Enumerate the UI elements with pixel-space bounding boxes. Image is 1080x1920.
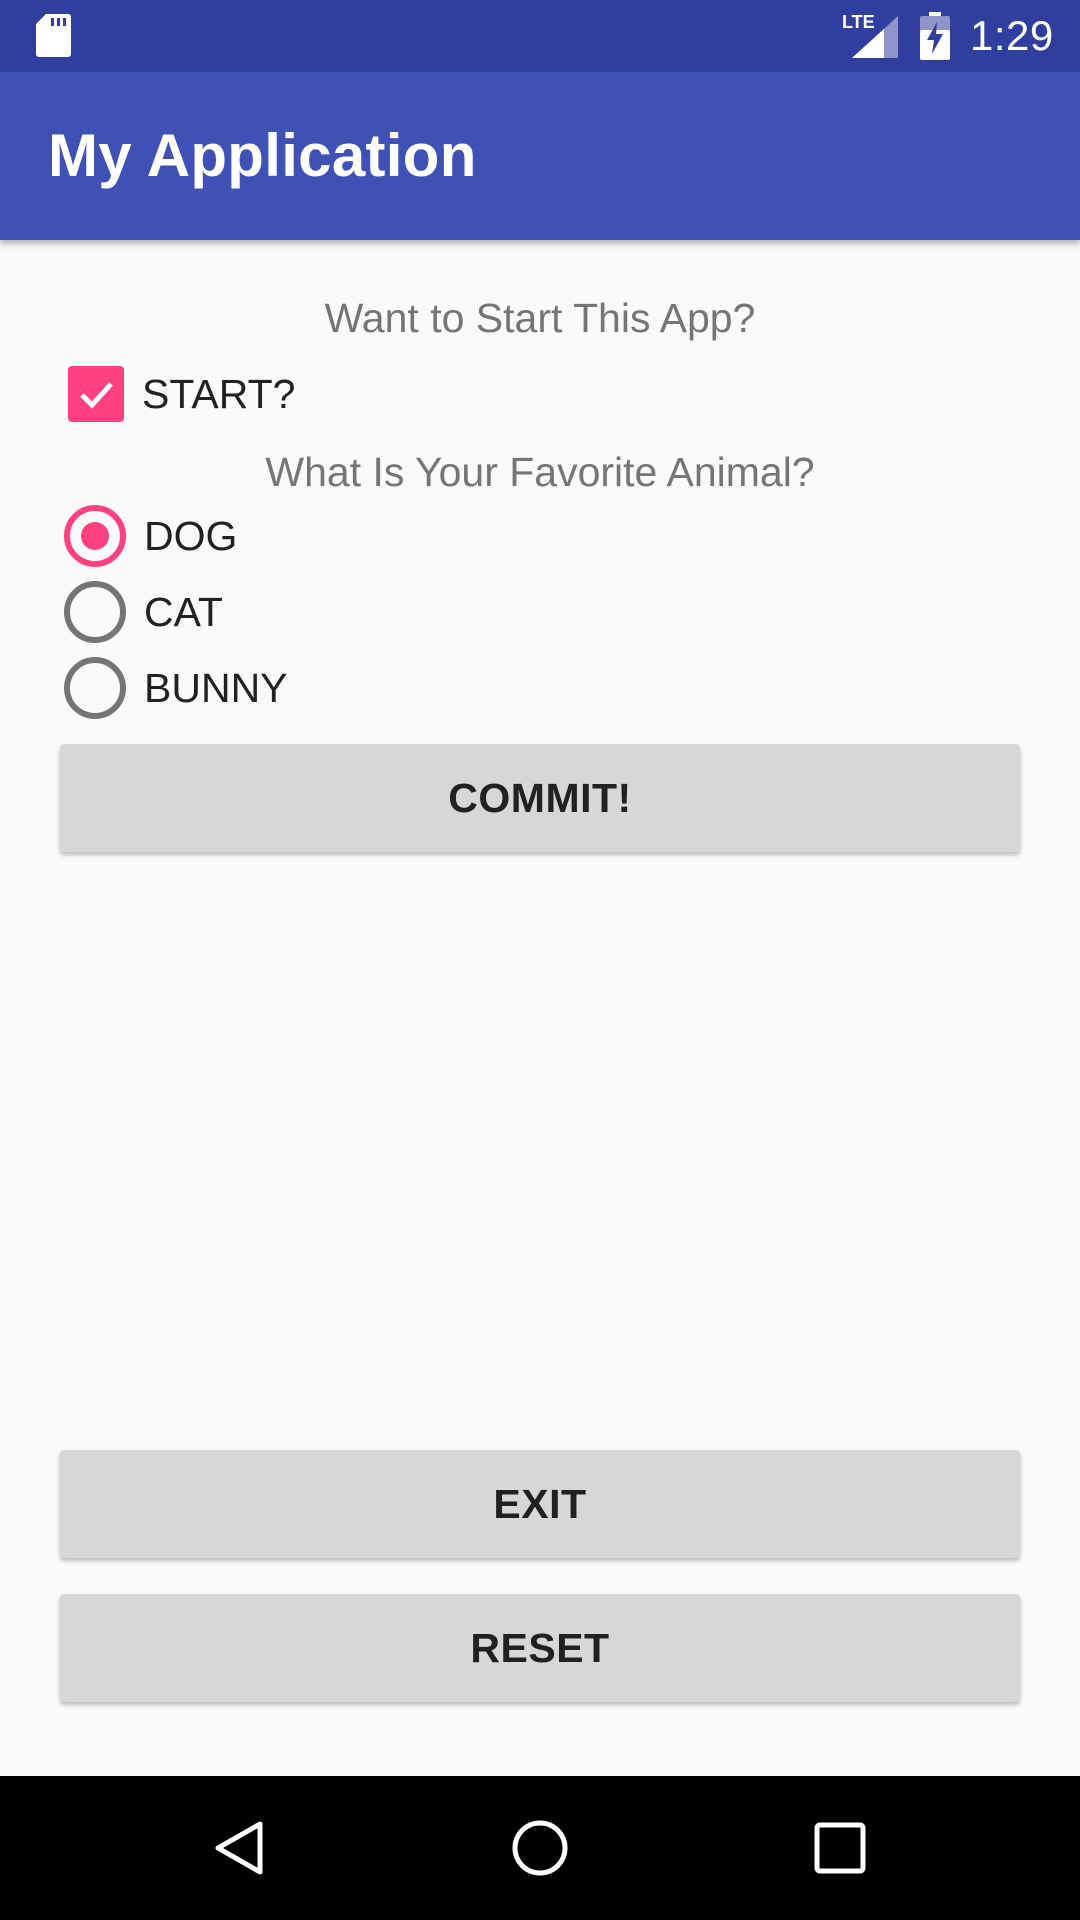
home-icon[interactable] (510, 1818, 570, 1878)
radio-dog[interactable]: DOG (64, 502, 764, 570)
start-checkbox[interactable]: START? (64, 360, 764, 428)
radio-unselected-icon[interactable] (64, 657, 126, 719)
navigation-bar (0, 1776, 1080, 1920)
commit-button[interactable]: COMMIT! (60, 744, 1020, 852)
exit-button[interactable]: EXIT (60, 1450, 1020, 1558)
reset-button[interactable]: RESET (60, 1594, 1020, 1702)
checkbox-checked-icon[interactable] (68, 366, 124, 422)
network-label: LTE (842, 12, 875, 32)
start-prompt: Want to Start This App? (324, 295, 756, 341)
status-time: 1:29 (970, 12, 1054, 59)
radio-dog-label: DOG (144, 513, 238, 559)
radio-bunny[interactable]: BUNNY (64, 654, 764, 722)
start-checkbox-label: START? (142, 371, 296, 417)
back-icon[interactable] (210, 1818, 270, 1878)
radio-cat[interactable]: CAT (64, 578, 764, 646)
radio-bunny-label: BUNNY (144, 665, 288, 711)
radio-selected-icon[interactable] (64, 505, 126, 567)
recents-icon[interactable] (810, 1818, 870, 1878)
app-title: My Application (48, 122, 477, 189)
status-bar: LTE 1:29 (0, 0, 1080, 72)
app-bar: My Application (0, 72, 1080, 240)
radio-unselected-icon[interactable] (64, 581, 126, 643)
radio-cat-label: CAT (144, 589, 223, 635)
lte-signal-icon: LTE (842, 12, 898, 58)
sd-card-icon (36, 14, 71, 57)
battery-charging-icon (920, 12, 950, 60)
animal-prompt: What Is Your Favorite Animal? (265, 449, 815, 495)
